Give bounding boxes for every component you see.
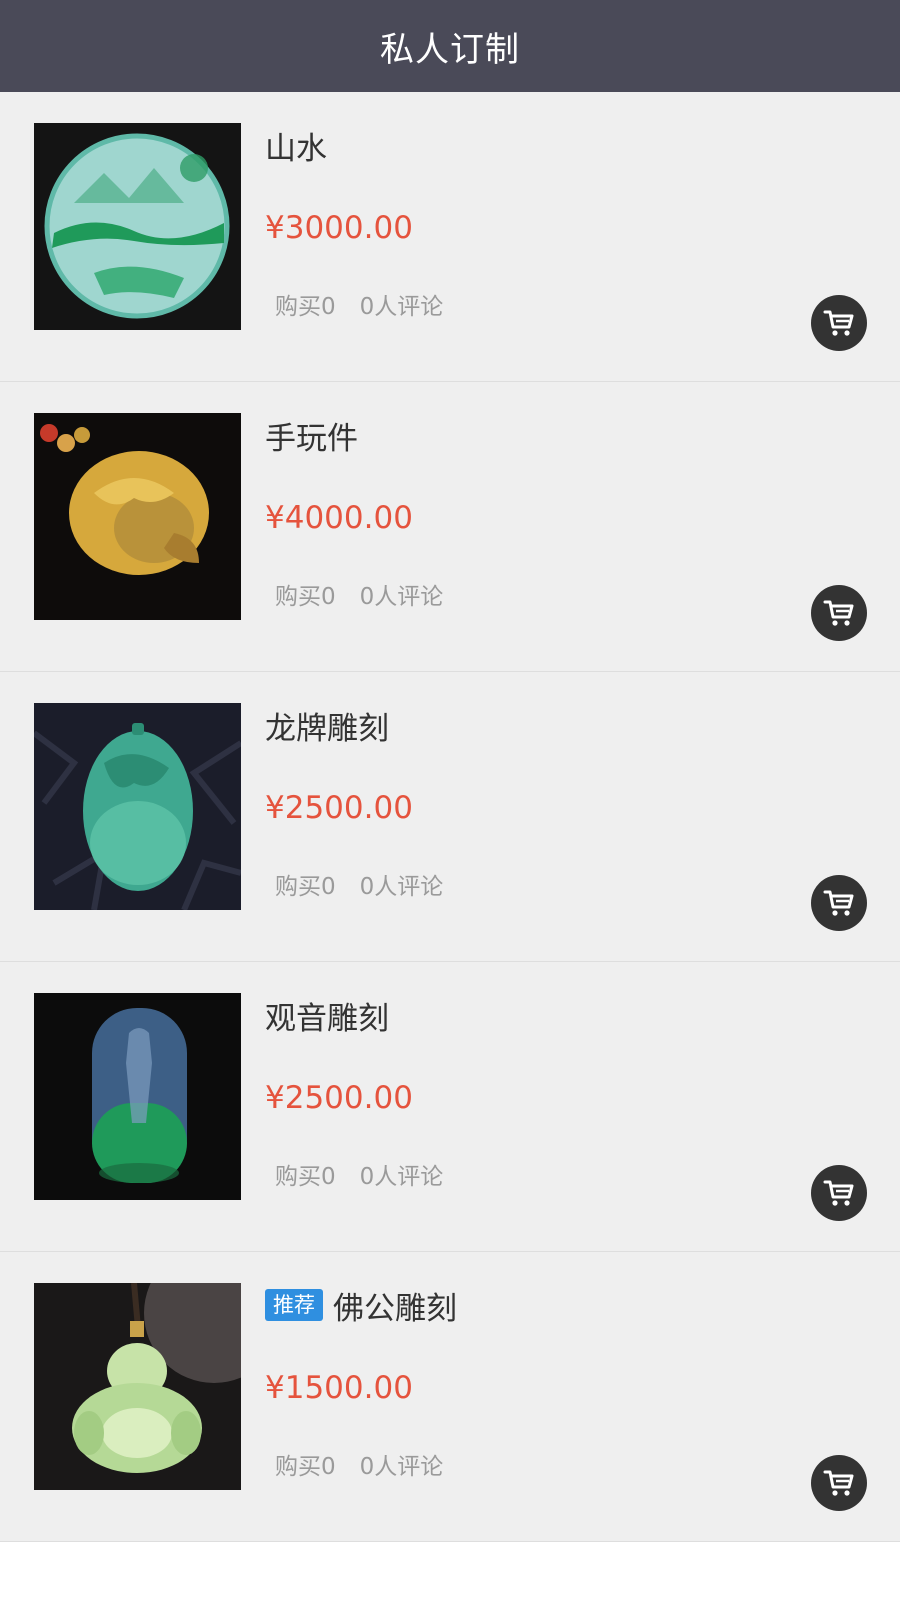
product-list: 山水 ¥3000.00 购买0 0人评论 手玩件 ¥4000.00 购买0 0人… <box>0 92 900 1542</box>
review-count: 0人评论 <box>359 1454 444 1480</box>
product-meta: 购买0 0人评论 <box>275 1447 443 1481</box>
list-item[interactable]: 手玩件 ¥4000.00 购买0 0人评论 <box>0 382 900 672</box>
add-to-cart-button[interactable] <box>811 295 867 351</box>
product-image-jade-landscape[interactable] <box>34 123 241 330</box>
list-item[interactable]: 观音雕刻 ¥2500.00 购买0 0人评论 <box>0 962 900 1252</box>
list-item[interactable]: 山水 ¥3000.00 购买0 0人评论 <box>0 92 900 382</box>
shopping-cart-icon <box>823 310 854 336</box>
product-title-row: 观音雕刻 <box>265 992 389 1038</box>
product-meta: 购买0 0人评论 <box>275 867 443 901</box>
add-to-cart-button[interactable] <box>811 875 867 931</box>
product-meta: 购买0 0人评论 <box>275 577 443 611</box>
review-count: 0人评论 <box>359 1164 444 1190</box>
list-item[interactable]: 龙牌雕刻 ¥2500.00 购买0 0人评论 <box>0 672 900 962</box>
product-title-row: 山水 <box>265 122 327 168</box>
add-to-cart-button[interactable] <box>811 1165 867 1221</box>
product-title-row: 龙牌雕刻 <box>265 702 389 748</box>
product-price: ¥3000.00 <box>265 210 413 246</box>
sales-count: 购买0 <box>275 1164 336 1190</box>
add-to-cart-button[interactable] <box>811 1455 867 1511</box>
shopping-cart-icon <box>823 1470 854 1496</box>
app-header: 私人订制 <box>0 0 900 92</box>
product-name: 山水 <box>265 130 327 167</box>
page-title: 私人订制 <box>380 29 520 70</box>
sales-count: 购买0 <box>275 1454 336 1480</box>
shopping-cart-icon <box>823 890 854 916</box>
product-name: 观音雕刻 <box>265 1000 389 1037</box>
product-price: ¥2500.00 <box>265 1080 413 1116</box>
product-image-buddha-pendant[interactable] <box>34 1283 241 1490</box>
product-price: ¥1500.00 <box>265 1370 413 1406</box>
product-meta: 购买0 0人评论 <box>275 287 443 321</box>
shopping-cart-icon <box>823 600 854 626</box>
product-price: ¥2500.00 <box>265 790 413 826</box>
sales-count: 购买0 <box>275 294 336 320</box>
page-bottom-space <box>0 1542 900 1600</box>
shopping-cart-icon <box>823 1180 854 1206</box>
review-count: 0人评论 <box>359 294 444 320</box>
product-price: ¥4000.00 <box>265 500 413 536</box>
add-to-cart-button[interactable] <box>811 585 867 641</box>
review-count: 0人评论 <box>359 874 444 900</box>
product-meta: 购买0 0人评论 <box>275 1157 443 1191</box>
product-image-dragon-pendant[interactable] <box>34 703 241 910</box>
review-count: 0人评论 <box>359 584 444 610</box>
sales-count: 购买0 <box>275 874 336 900</box>
product-name: 佛公雕刻 <box>333 1290 457 1327</box>
product-title-row: 手玩件 <box>265 412 358 458</box>
product-name: 龙牌雕刻 <box>265 710 389 747</box>
recommend-badge: 推荐 <box>265 1289 323 1321</box>
product-title-row: 推荐 佛公雕刻 <box>265 1282 457 1328</box>
product-image-guanyin-pendant[interactable] <box>34 993 241 1200</box>
list-item[interactable]: 推荐 佛公雕刻 ¥1500.00 购买0 0人评论 <box>0 1252 900 1542</box>
product-name: 手玩件 <box>265 420 358 457</box>
sales-count: 购买0 <box>275 584 336 610</box>
product-image-yellow-jade[interactable] <box>34 413 241 620</box>
